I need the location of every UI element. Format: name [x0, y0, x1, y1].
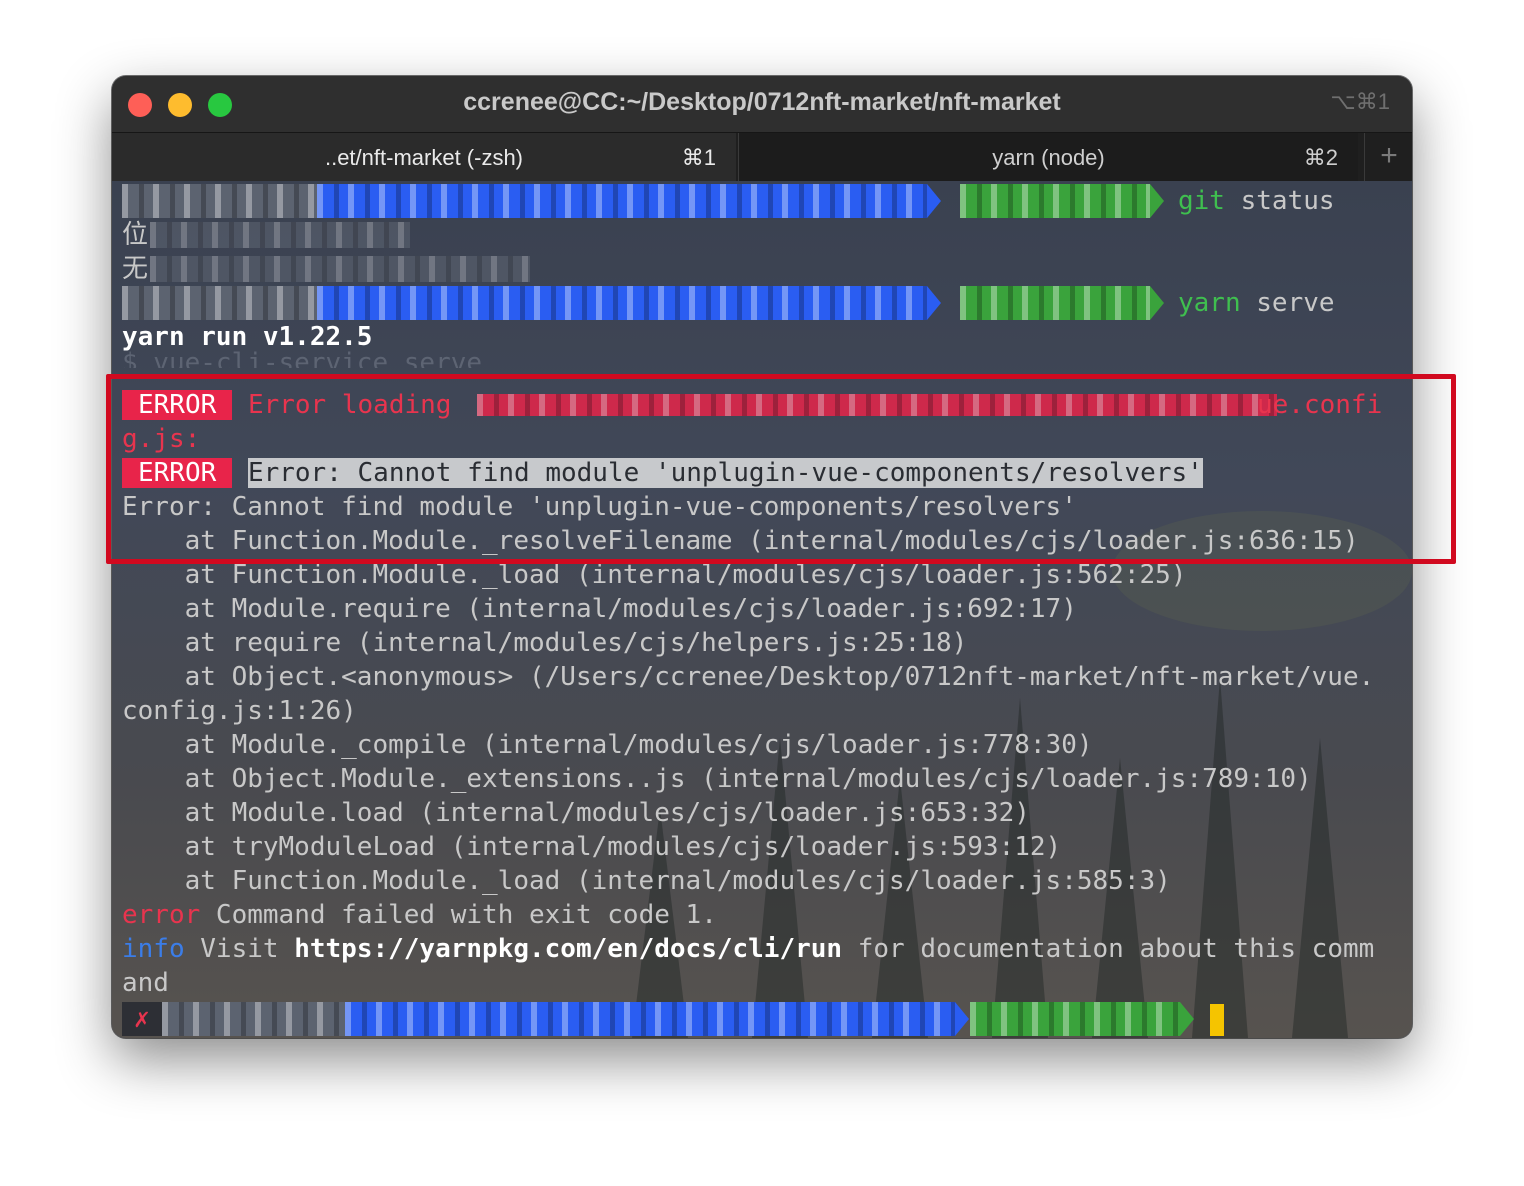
window-title: ccrenee@CC:~/Desktop/0712nft-market/nft-…	[463, 88, 1061, 116]
prompt-path-blurred	[317, 286, 927, 320]
prompt-context-blurred	[122, 184, 317, 218]
git-status-line: 无	[122, 252, 148, 286]
tab-zsh[interactable]: ..et/nft-market (-zsh) ⌘1	[112, 133, 736, 181]
background-tree	[1192, 678, 1248, 1038]
prompt-path-blurred	[345, 1002, 955, 1036]
prompt-context-blurred	[122, 286, 317, 320]
stack-line: config.js:1:26)	[122, 696, 357, 726]
command-failed-line: error Command failed with exit code 1.	[122, 898, 717, 932]
prompt-git-blurred	[970, 1002, 1180, 1036]
blurred-text	[150, 222, 410, 248]
window-shortcut: ⌥⌘1	[1330, 89, 1390, 114]
prompt-separator	[927, 286, 941, 320]
info-wrap-line: and	[122, 968, 169, 998]
prompt-separator	[1150, 184, 1164, 218]
prompt-separator	[927, 184, 941, 218]
title-bar: ccrenee@CC:~/Desktop/0712nft-market/nft-…	[112, 76, 1412, 132]
prompt-command: git status	[1178, 184, 1335, 218]
stack-line: at require (internal/modules/cjs/helpers…	[122, 628, 968, 658]
error-highlight-box	[106, 374, 1456, 564]
tab-yarn[interactable]: yarn (node) ⌘2	[738, 133, 1358, 181]
command-arg: status	[1240, 186, 1335, 216]
new-tab-button[interactable]: +	[1364, 133, 1412, 181]
command-failed-text: Command failed with exit code 1.	[200, 900, 717, 930]
info-prefix: info	[122, 934, 185, 964]
terminal-cursor	[1210, 1004, 1224, 1036]
git-status-line: 位	[122, 218, 148, 252]
background-tree	[1092, 758, 1148, 1038]
prompt-separator	[1180, 1002, 1194, 1036]
info-visit: Visit	[184, 934, 295, 964]
stack-line: at Module.load (internal/modules/cjs/loa…	[122, 798, 1030, 828]
command-arg: serve	[1256, 288, 1335, 318]
info-tail: for documentation about this comm	[842, 934, 1375, 964]
prompt-path-blurred	[317, 184, 927, 218]
stack-line: at Module.require (internal/modules/cjs/…	[122, 594, 1077, 624]
tab-label: ..et/nft-market (-zsh)	[324, 145, 524, 170]
blurred-text	[150, 256, 530, 282]
error-prefix: error	[122, 900, 201, 930]
terminal-output[interactable]: git status 位 无 yarn serve yarn run v1.22…	[112, 181, 1412, 1038]
prompt-separator	[955, 1002, 969, 1036]
prompt-context-blurred	[162, 1002, 345, 1036]
prompt-command: yarn serve	[1178, 286, 1335, 320]
tab-label: yarn (node)	[992, 145, 1105, 170]
stack-line: at Function.Module._load (internal/modul…	[122, 866, 1171, 896]
tab-bar: ..et/nft-market (-zsh) ⌘1 yarn (node) ⌘2…	[112, 132, 1412, 181]
tab-shortcut: ⌘1	[681, 145, 716, 170]
info-line: info Visit https://yarnpkg.com/en/docs/c…	[122, 932, 1374, 966]
command-name: yarn	[1178, 288, 1241, 318]
prompt-separator	[1150, 286, 1164, 320]
prompt-status-icon: ✗	[134, 1004, 150, 1034]
git-status-text: 位	[122, 220, 149, 250]
prompt-git-blurred	[960, 184, 1150, 218]
stack-line: at Object.Module._extensions..js (intern…	[122, 764, 1312, 794]
stack-line: at tryModuleLoad (internal/modules/cjs/l…	[122, 832, 1062, 862]
tab-shortcut: ⌘2	[1303, 145, 1338, 170]
vue-cli-command-line: $ vue-cli-service serve	[122, 348, 483, 368]
command-name: git	[1178, 186, 1225, 216]
prompt-git-blurred	[960, 286, 1150, 320]
info-url-link[interactable]: https://yarnpkg.com/en/docs/cli/run	[294, 934, 842, 964]
stack-line: at Object.<anonymous> (/Users/ccrenee/De…	[122, 662, 1375, 692]
git-status-text: 无	[122, 254, 149, 284]
stack-line: at Module._compile (internal/modules/cjs…	[122, 730, 1093, 760]
